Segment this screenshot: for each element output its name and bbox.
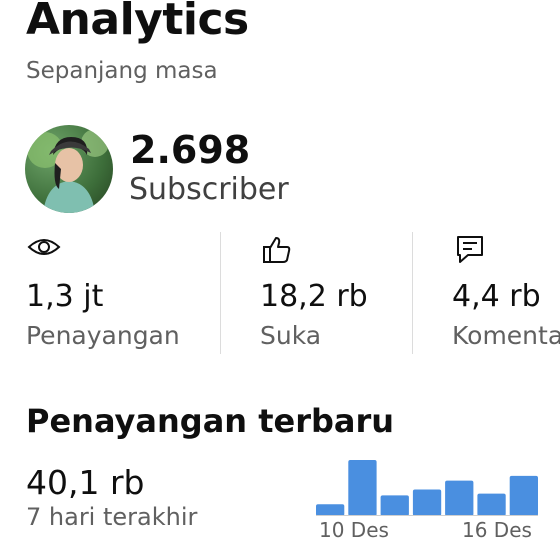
stat-value: 4,4 rb	[452, 279, 541, 314]
avatar-photo-icon	[27, 129, 109, 213]
subscriber-label: Subscriber	[129, 172, 289, 207]
page-title: Analytics	[26, 0, 249, 45]
recent-views-value: 40,1 rb	[26, 463, 145, 502]
chart-start-label: 10 Des	[319, 518, 389, 542]
recent-views-chart[interactable]	[316, 456, 538, 516]
stat-label: Komentar	[452, 321, 560, 350]
recent-views-period: 7 hari terakhir	[26, 503, 198, 531]
eye-icon	[27, 239, 61, 255]
stat-views[interactable]: 1,3 jt Penayangan	[26, 233, 216, 353]
chart-bar	[477, 493, 506, 516]
stat-divider	[220, 232, 221, 354]
stat-comments[interactable]: 4,4 rb Komentar	[452, 233, 560, 353]
chart-bar	[380, 495, 409, 516]
stat-value: 18,2 rb	[260, 279, 368, 314]
chart-bar	[509, 475, 538, 516]
stat-value: 1,3 jt	[26, 279, 104, 314]
time-range-label: Sepanjang masa	[26, 58, 218, 84]
thumbs-up-icon	[263, 237, 291, 263]
chart-bar	[316, 504, 345, 516]
avatar[interactable]	[25, 125, 113, 213]
comment-icon	[457, 236, 483, 263]
subscriber-count: 2.698	[130, 128, 251, 172]
chart-bar	[412, 489, 442, 516]
chart-bar	[348, 460, 377, 516]
chart-bar	[445, 480, 474, 516]
stat-likes[interactable]: 18,2 rb Suka	[260, 233, 410, 353]
chart-end-label: 16 Des	[462, 518, 532, 542]
stat-label: Suka	[260, 321, 322, 350]
stat-divider	[412, 232, 413, 354]
stat-label: Penayangan	[26, 321, 180, 350]
section-title: Penayangan terbaru	[26, 402, 395, 440]
